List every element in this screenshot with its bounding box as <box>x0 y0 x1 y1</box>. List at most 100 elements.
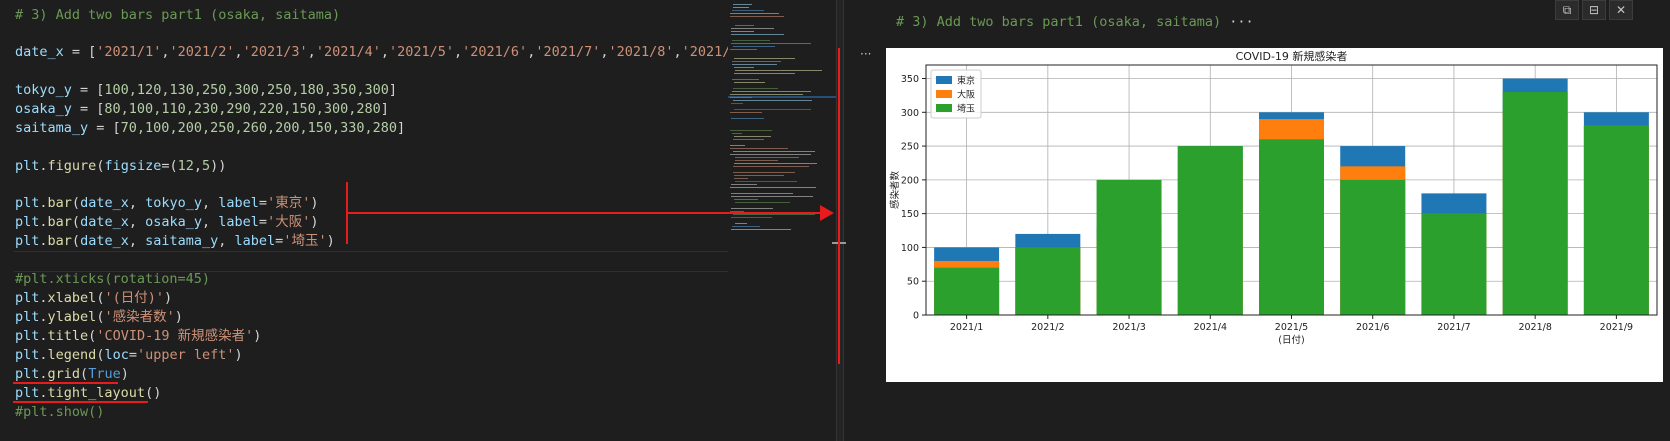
code-token: , <box>128 214 146 230</box>
collapse-marker[interactable]: ··· <box>860 47 871 61</box>
code-token: loc <box>104 347 129 363</box>
minimap-line <box>734 82 765 83</box>
code-token: , <box>600 44 609 60</box>
code-token: , <box>202 195 219 211</box>
code-token: plt <box>15 366 40 382</box>
close-icon[interactable]: ✕ <box>1609 0 1633 20</box>
code-token: =( <box>161 158 178 174</box>
minimap-line <box>732 79 759 80</box>
code-token: 'upper left' <box>136 347 235 363</box>
minimap-line <box>733 172 795 173</box>
annotation-underline-grid <box>13 382 118 384</box>
minimap-line <box>735 160 778 161</box>
code-token: 12 <box>177 158 194 174</box>
code-token: title <box>47 328 89 344</box>
minimap-line <box>732 10 764 11</box>
code-token: ) <box>163 290 173 306</box>
code-token: = <box>258 195 268 211</box>
minimap-line <box>733 46 775 47</box>
code-token: . <box>39 366 48 382</box>
code-line: #plt.show() <box>15 403 104 422</box>
code-line: plt.bar(date_x, tokyo_y, label='東京') <box>15 194 318 213</box>
minimap-line <box>731 208 773 209</box>
code-line: plt.bar(date_x, osaka_y, label='大阪') <box>15 213 318 232</box>
code-token: . <box>39 214 48 230</box>
minimap-line <box>735 181 797 182</box>
code-token: = [ <box>71 82 105 98</box>
code-token: '2021/7' <box>535 44 601 60</box>
code-line: plt.ylabel('感染者数') <box>15 308 183 327</box>
code-token: legend <box>47 347 97 363</box>
code-token: ) <box>310 195 319 211</box>
minimap-line <box>730 16 784 17</box>
x-tick-label: 2021/4 <box>1194 322 1227 333</box>
x-tick-label: 2021/9 <box>1600 322 1633 333</box>
code-token: ) <box>310 214 319 230</box>
code-line: #plt.xticks(rotation=45) <box>15 270 210 289</box>
minimap-line <box>730 187 816 188</box>
code-token: ( <box>80 366 89 382</box>
code-token: '2021/3' <box>242 44 308 60</box>
bar <box>1583 125 1649 315</box>
legend-swatch <box>936 90 952 98</box>
minimap-line <box>730 112 762 113</box>
code-token: ( <box>71 233 81 249</box>
code-token: ) <box>326 233 335 249</box>
minimap-line <box>733 100 812 101</box>
minimap-line <box>734 199 758 200</box>
code-token: '東京' <box>267 195 311 211</box>
minimap-line <box>731 184 757 185</box>
plot-output: 0 50 100 150 200 250 300 350 2021/1 2021/2 2021/3 2… <box>886 48 1663 382</box>
code-token: ) <box>174 309 183 325</box>
x-axis-label: (日付) <box>1278 335 1304 346</box>
code-token: . <box>39 290 48 306</box>
minimap-line <box>734 175 784 176</box>
code-token: tight_layout <box>47 385 146 401</box>
minimap-line <box>734 178 748 179</box>
minimap-line <box>730 148 788 149</box>
bar <box>1340 179 1406 315</box>
minimap-line <box>732 64 777 65</box>
code-token: , <box>234 44 243 60</box>
minimap-line <box>734 136 771 137</box>
code-token: , <box>307 44 316 60</box>
copy-icon[interactable]: ⧉ <box>1555 0 1579 20</box>
bar <box>1259 139 1324 315</box>
code-line: saitama_y = [70,100,200,250,260,200,150,… <box>15 119 405 138</box>
minimap-line <box>735 25 754 26</box>
y-tick-label: 150 <box>901 209 919 220</box>
bar <box>1502 92 1568 315</box>
code-line: osaka_y = [80,100,110,230,290,220,150,30… <box>15 100 389 119</box>
code-token: plt <box>15 347 40 363</box>
minimap-line <box>734 73 795 74</box>
code-token: date_x <box>80 195 129 211</box>
code-token: . <box>39 385 48 401</box>
code-token: ] <box>397 120 406 136</box>
code-editor[interactable]: # 3) Add two bars part1 (osaka, saitama)… <box>0 0 755 441</box>
code-token: '2021/5' <box>388 44 455 60</box>
x-tick-label: 2021/8 <box>1518 322 1551 333</box>
minimap-line <box>735 202 790 203</box>
minimap-line <box>730 145 745 146</box>
minimap-line <box>731 196 813 197</box>
legend-label: 大阪 <box>957 89 975 101</box>
code-token: () <box>145 385 162 401</box>
code-token: '2021/8' <box>608 44 674 60</box>
split-icon[interactable]: ⊟ <box>1582 0 1606 20</box>
minimap-line <box>731 193 793 194</box>
code-token: date_x <box>80 214 129 230</box>
code-token: '大阪' <box>267 214 311 230</box>
x-tick-label: 2021/5 <box>1275 322 1308 333</box>
code-token: 5 <box>202 158 211 174</box>
minimap-line <box>733 4 752 5</box>
minimap-line <box>734 67 754 68</box>
legend-swatch <box>936 104 952 112</box>
code-line: plt.xlabel('(日付)') <box>15 289 172 308</box>
minimap-line <box>731 28 774 29</box>
x-tick-label: 2021/1 <box>950 322 983 333</box>
code-token: '(日付)' <box>104 290 164 306</box>
bar-chart: 0 50 100 150 200 250 300 350 2021/1 2021/2 2021/3 2… <box>889 49 1658 346</box>
code-token: ] <box>388 82 398 98</box>
minimap-line <box>733 139 764 140</box>
output-toolbar: ⧉ ⊟ ✕ <box>1555 0 1633 20</box>
